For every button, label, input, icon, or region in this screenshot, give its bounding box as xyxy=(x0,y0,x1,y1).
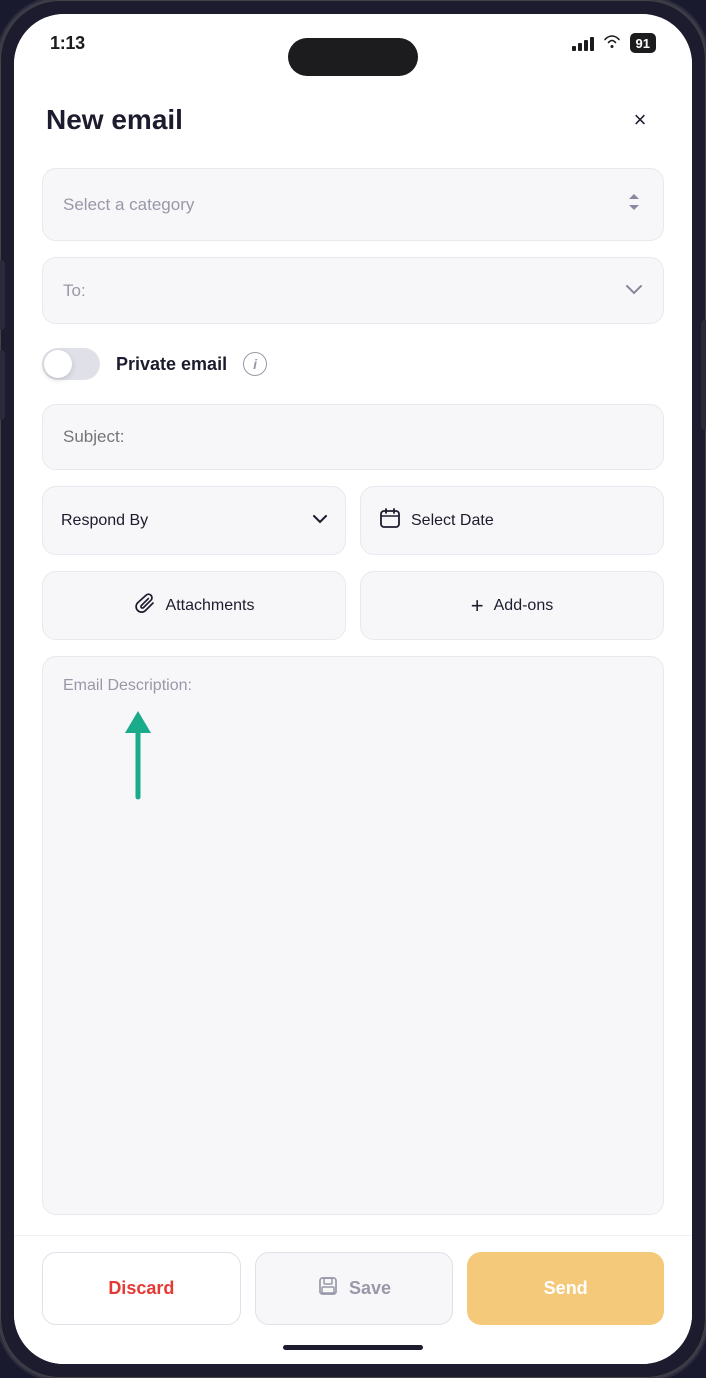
attachments-button[interactable]: Attachments xyxy=(42,571,346,640)
category-dropdown[interactable]: Select a category xyxy=(42,168,664,241)
category-placeholder: Select a category xyxy=(63,195,194,215)
home-indicator xyxy=(14,1345,692,1364)
respond-by-dropdown[interactable]: Respond By xyxy=(42,486,346,555)
status-icons: 91 xyxy=(572,33,656,54)
phone-screen: 1:13 91 xyxy=(14,14,692,1364)
subject-field[interactable] xyxy=(42,404,664,470)
respond-date-row: Respond By xyxy=(42,486,664,555)
respond-by-chevron-icon xyxy=(313,512,327,530)
select-date-label: Select Date xyxy=(411,512,494,530)
power-button[interactable] xyxy=(701,320,706,430)
addons-label: Add-ons xyxy=(494,597,554,615)
volume-down-button[interactable] xyxy=(0,350,5,420)
subject-input[interactable] xyxy=(63,427,643,447)
attachments-label: Attachments xyxy=(166,597,255,615)
form-area: Select a category To: xyxy=(14,160,692,1235)
status-time: 1:13 xyxy=(50,33,85,54)
battery-icon: 91 xyxy=(630,33,656,53)
toggle-knob xyxy=(44,350,72,378)
private-email-toggle[interactable] xyxy=(42,348,100,380)
close-button[interactable]: × xyxy=(620,100,660,140)
plus-icon: + xyxy=(471,593,484,619)
to-field[interactable]: To: xyxy=(42,257,664,324)
chevron-down-icon xyxy=(625,280,643,301)
addons-button[interactable]: + Add-ons xyxy=(360,571,664,640)
home-bar xyxy=(283,1345,423,1350)
paperclip-icon xyxy=(134,592,156,619)
to-placeholder: To: xyxy=(63,281,86,301)
calendar-icon xyxy=(379,507,401,534)
description-textarea[interactable] xyxy=(63,703,643,943)
description-field[interactable]: Email Description: xyxy=(42,656,664,1215)
action-row: Attachments + Add-ons xyxy=(42,571,664,640)
floppy-icon xyxy=(317,1275,339,1302)
modal-title: New email xyxy=(46,104,183,136)
signal-icon xyxy=(572,35,594,51)
private-email-label: Private email xyxy=(116,354,227,375)
wifi-icon xyxy=(602,33,622,54)
description-label: Email Description: xyxy=(63,677,643,695)
respond-by-label: Respond By xyxy=(61,512,148,530)
private-email-row: Private email i xyxy=(42,340,664,388)
content-area: New email × Select a category xyxy=(14,72,692,1364)
select-date-button[interactable]: Select Date xyxy=(360,486,664,555)
save-label: Save xyxy=(349,1278,391,1299)
bottom-bar: Discard Save Send xyxy=(14,1235,692,1345)
dynamic-island xyxy=(288,38,418,76)
modal-header: New email × xyxy=(14,72,692,160)
save-button[interactable]: Save xyxy=(255,1252,454,1325)
volume-up-button[interactable] xyxy=(0,260,5,330)
info-icon[interactable]: i xyxy=(243,352,267,376)
chevron-updown-icon xyxy=(625,191,643,218)
discard-button[interactable]: Discard xyxy=(42,1252,241,1325)
phone-frame: 1:13 91 xyxy=(0,0,706,1378)
send-button[interactable]: Send xyxy=(467,1252,664,1325)
